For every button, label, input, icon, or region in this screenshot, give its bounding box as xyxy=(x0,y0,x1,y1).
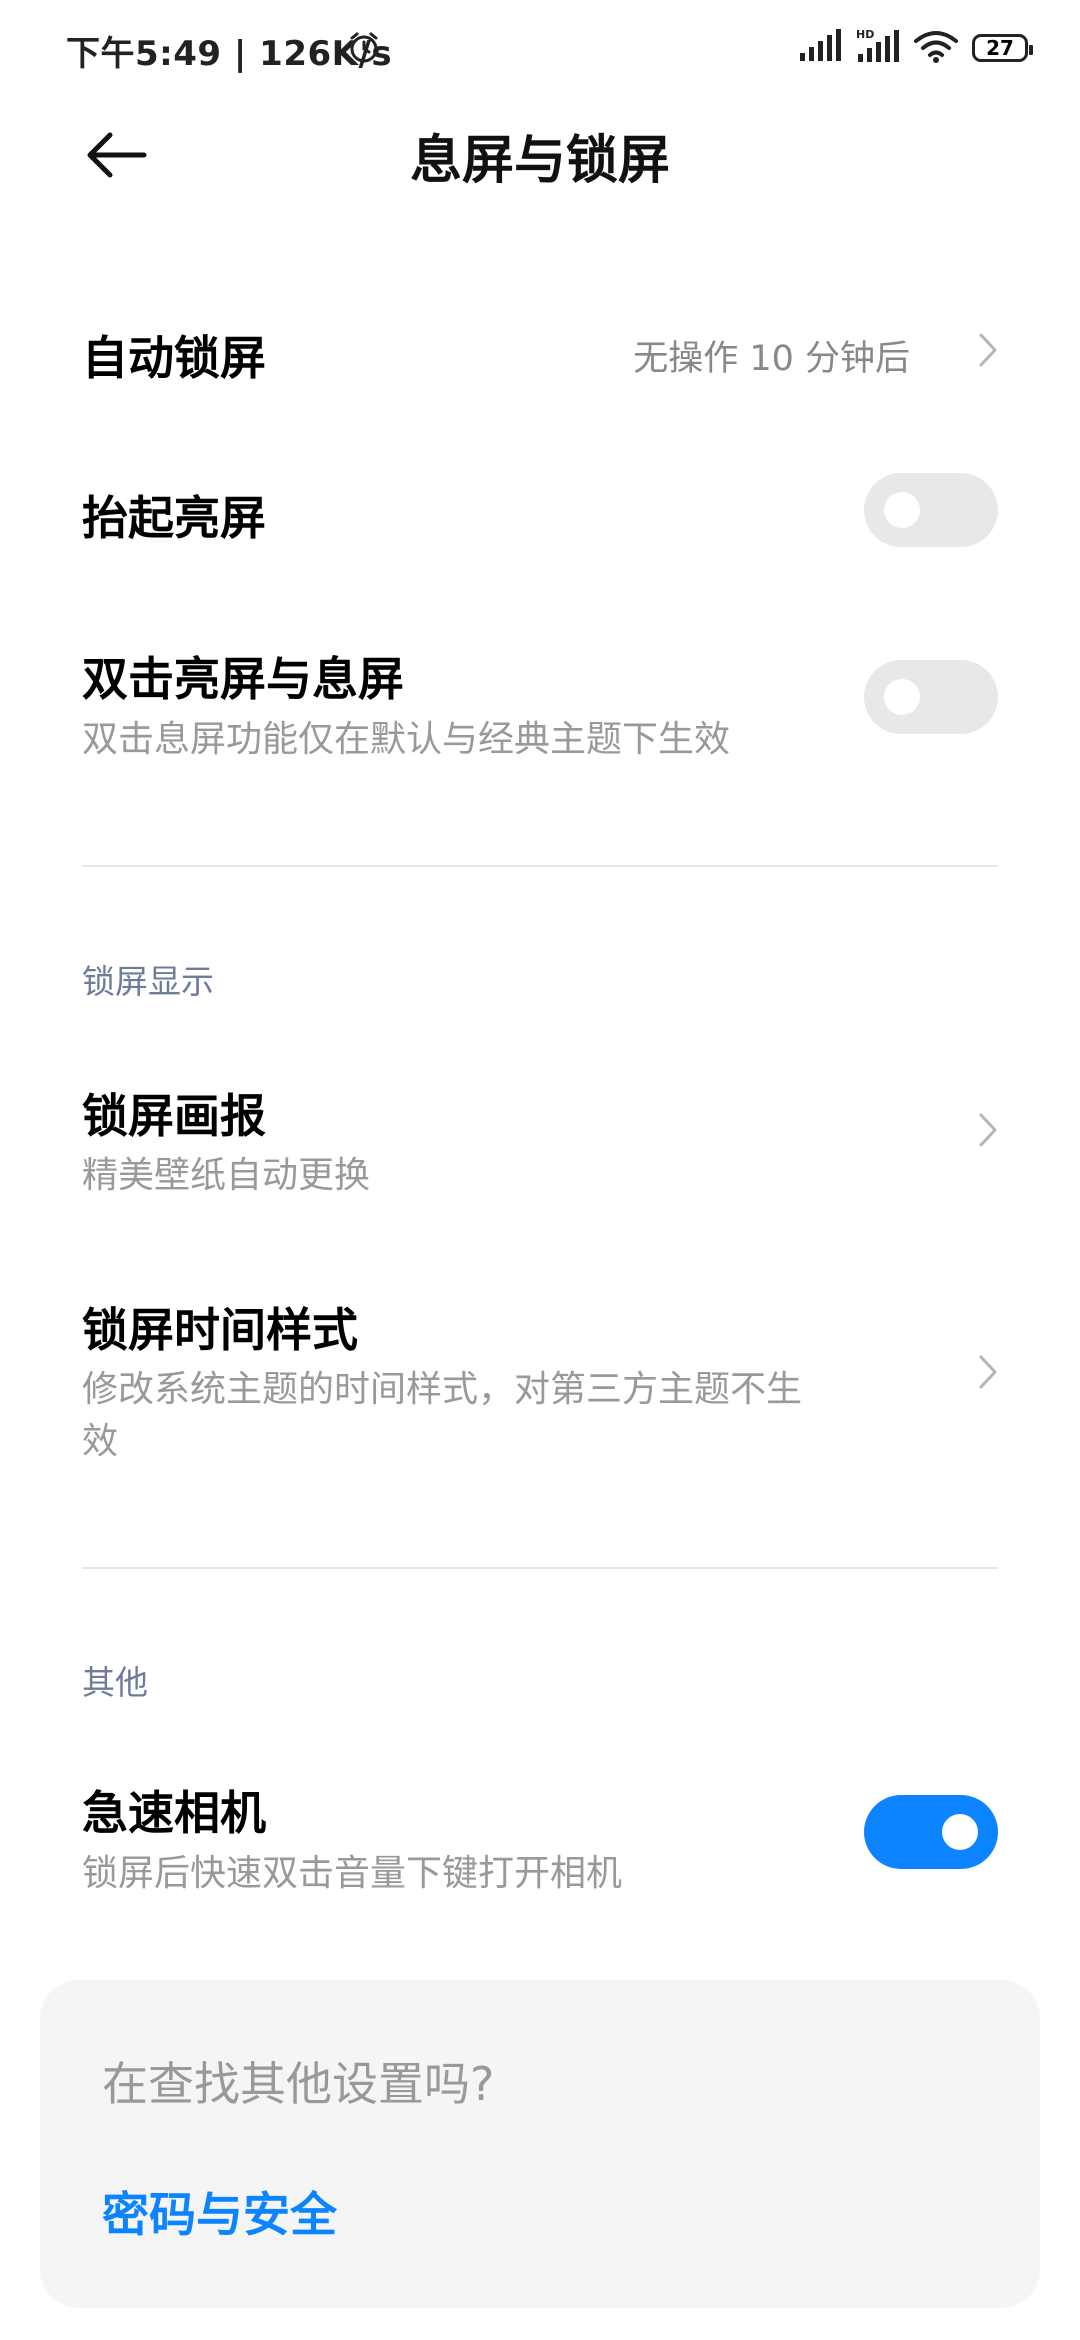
double-tap-label: 双击亮屏与息屏 xyxy=(82,652,404,706)
auto-lock-value: 无操作 10 分钟后 xyxy=(633,339,910,379)
wallpaper-subtitle: 精美壁纸自动更换 xyxy=(82,1155,371,1196)
status-time: 下午5:49 | 126K/s xyxy=(66,34,393,74)
wallpaper-label: 锁屏画报 xyxy=(82,1089,266,1143)
section-title-lock-display: 锁屏显示 xyxy=(82,962,214,1001)
quick-camera-subtitle: 锁屏后快速双击音量下键打开相机 xyxy=(82,1853,623,1894)
raise-to-wake-label: 抬起亮屏 xyxy=(82,491,266,545)
toggle-knob xyxy=(942,1814,978,1850)
chevron-right-icon xyxy=(978,1112,998,1148)
other-settings-card: 在查找其他设置吗? 密码与安全 xyxy=(40,1980,1040,2308)
status-icons: HD 27 xyxy=(798,28,1033,68)
clock-style-subtitle-line2: 效 xyxy=(82,1421,119,1462)
svg-text:HD: HD xyxy=(856,28,874,41)
toggle-knob xyxy=(884,679,920,715)
quick-camera-toggle[interactable] xyxy=(864,1795,998,1869)
password-security-link[interactable]: 密码与安全 xyxy=(102,2176,337,2245)
signal-icon xyxy=(798,29,842,67)
battery-icon: 27 xyxy=(972,34,1033,62)
page-title: 息屏与锁屏 xyxy=(409,131,670,191)
raise-to-wake-toggle[interactable] xyxy=(864,473,998,547)
chevron-right-icon xyxy=(978,1354,998,1390)
clock-style-label: 锁屏时间样式 xyxy=(82,1303,358,1357)
double-tap-subtitle: 双击息屏功能仅在默认与经典主题下生效 xyxy=(82,719,731,760)
hd-signal-icon: HD xyxy=(856,28,900,68)
chevron-right-icon xyxy=(978,332,998,368)
auto-lock-label: 自动锁屏 xyxy=(82,331,266,385)
toggle-knob xyxy=(884,492,920,528)
double-tap-toggle[interactable] xyxy=(864,660,998,734)
other-settings-question: 在查找其他设置吗? xyxy=(102,2057,495,2111)
wifi-icon xyxy=(914,29,958,67)
clock-style-subtitle-line1: 修改系统主题的时间样式，对第三方主题不生 xyxy=(82,1369,803,1410)
divider xyxy=(82,1567,998,1569)
section-title-others: 其他 xyxy=(82,1663,148,1702)
quick-camera-label: 急速相机 xyxy=(82,1786,266,1840)
alarm-icon xyxy=(346,30,382,70)
divider xyxy=(82,865,998,867)
